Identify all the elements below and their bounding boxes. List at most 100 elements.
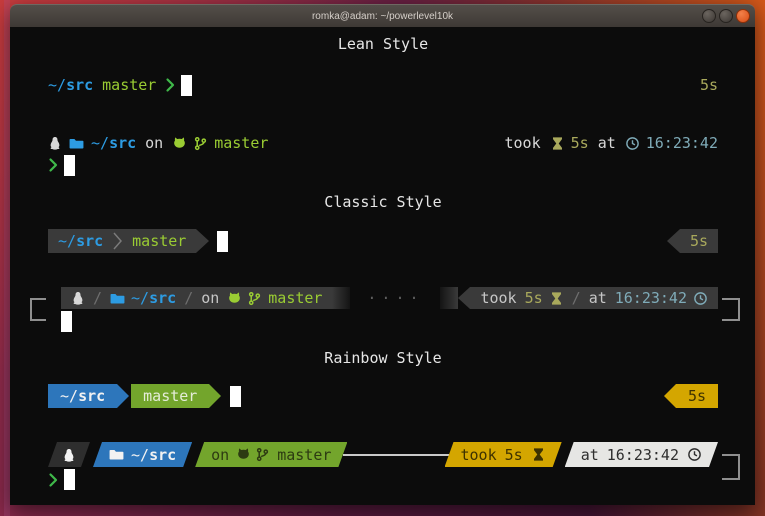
terminal-cursor — [64, 155, 75, 176]
separator-slash: / — [572, 289, 581, 307]
folder-icon — [109, 447, 124, 462]
terminal-cursor — [181, 75, 192, 96]
prompt-frame-right — [722, 298, 740, 321]
terminal-window: romka@adam: ~/powerlevel10k Lean Style ~… — [10, 4, 755, 505]
classic-prompt-2-line-2 — [48, 309, 718, 333]
terminal-cursor — [64, 469, 75, 490]
git-branch-icon — [247, 291, 262, 306]
terminal-cursor — [230, 386, 241, 407]
terminal-screen[interactable]: Lean Style ~/src master 5s ~/src on mast… — [10, 27, 755, 505]
segment-separator-icon — [112, 231, 123, 251]
rainbow-p2-directory-segment: ~/src — [93, 442, 192, 467]
clock-icon — [625, 136, 640, 151]
clock-icon — [693, 291, 708, 306]
classic-p2-on-label: on — [201, 289, 219, 307]
gap-fill-dots: ···· — [350, 289, 440, 307]
powerline-arrow-icon — [664, 384, 676, 408]
took-label: took — [480, 289, 516, 307]
rainbow-p1-directory: ~/src — [60, 387, 105, 405]
classic-prompt-2: / ~/src / on master ···· took — [48, 287, 718, 333]
window-controls — [702, 9, 750, 23]
powerline-arrow-icon — [458, 287, 470, 309]
prompt-chevron-icon — [48, 472, 58, 488]
os-logo-icon — [62, 448, 76, 462]
hourglass-icon — [549, 291, 564, 306]
rainbow-p1-git-branch: master — [131, 384, 209, 408]
rainbow-prompt-2-line-1: ~/src on master took 5s at 16:23: — [48, 442, 718, 467]
took-label: took — [505, 134, 541, 152]
os-logo-icon — [48, 136, 62, 150]
rainbow-prompt-2-line-2 — [48, 467, 718, 492]
segment-fade — [440, 287, 458, 309]
duration-value: 5s — [505, 446, 523, 464]
prompt-chevron-icon — [165, 77, 175, 93]
rainbow-p2-on-label: on — [211, 446, 229, 464]
lean-p2-directory: ~/src — [91, 134, 136, 152]
classic-style-heading: Classic Style — [48, 193, 718, 211]
lean-prompt-1: ~/src master 5s — [48, 73, 718, 97]
folder-icon — [110, 291, 125, 306]
terminal-cursor — [61, 311, 72, 332]
classic-p1-directory: ~/src — [58, 232, 103, 250]
lean-p1-directory: ~/src — [48, 76, 93, 94]
rainbow-p2-duration-segment: took 5s — [445, 442, 562, 467]
classic-p2-directory: ~/src — [131, 289, 176, 307]
window-title: romka@adam: ~/powerlevel10k — [312, 11, 453, 22]
rainbow-p2-git-branch: master — [277, 446, 331, 464]
lean-p2-status: took 5s at 16:23:42 — [505, 134, 719, 152]
duration-value: 5s — [571, 134, 589, 152]
maximize-button[interactable] — [719, 9, 733, 23]
github-icon — [236, 447, 251, 462]
git-branch-icon — [255, 447, 270, 462]
lean-p1-duration: 5s — [700, 76, 718, 94]
time-value: 16:23:42 — [615, 289, 687, 307]
lean-p1-git-branch: master — [102, 76, 156, 94]
lean-prompt-2-line-1: ~/src on master took 5s at 16:23:42 — [48, 133, 718, 153]
duration-value: 5s — [525, 289, 543, 307]
close-button[interactable] — [736, 9, 750, 23]
powerline-arrow-icon — [117, 384, 129, 408]
rainbow-p1-directory-segment: ~/src — [48, 384, 117, 408]
classic-p1-duration: 5s — [680, 229, 718, 253]
rainbow-p2-time-segment: at 16:23:42 — [565, 442, 718, 467]
time-value: 16:23:42 — [646, 134, 718, 152]
hourglass-icon — [531, 447, 546, 462]
separator-slash: / — [93, 289, 102, 307]
rainbow-p2-os-segment — [48, 442, 90, 467]
classic-p2-left-segment: / ~/src / on master — [61, 287, 332, 309]
classic-p2-git-branch: master — [268, 289, 322, 307]
rainbow-prompt-2: ~/src on master took 5s at 16:23: — [48, 442, 718, 492]
lean-prompt-2-line-2 — [48, 153, 718, 177]
classic-prompt-2-line-1: / ~/src / on master ···· took — [48, 287, 718, 309]
git-branch-icon — [193, 136, 208, 151]
powerline-arrow-icon — [209, 384, 221, 408]
classic-p1-duration-segment: 5s — [667, 229, 718, 253]
hourglass-icon — [550, 136, 565, 151]
powerline-arrow-icon — [667, 229, 680, 253]
minimize-button[interactable] — [702, 9, 716, 23]
separator-slash: / — [184, 289, 193, 307]
segment-fade — [332, 287, 350, 309]
rainbow-style-heading: Rainbow Style — [48, 349, 718, 367]
at-label: at — [581, 446, 599, 464]
lean-style-heading: Lean Style — [48, 35, 718, 53]
clock-icon — [687, 447, 702, 462]
at-label: at — [598, 134, 616, 152]
time-value: 16:23:42 — [607, 446, 679, 464]
classic-prompt-1: ~/src master 5s — [48, 229, 718, 253]
classic-p2-right-segment: took 5s / at 16:23:42 — [470, 287, 718, 309]
took-label: took — [461, 446, 497, 464]
rainbow-prompt-1: ~/src master 5s — [48, 384, 718, 408]
prompt-chevron-icon — [48, 157, 58, 173]
classic-p1-left-segment: ~/src master — [48, 229, 196, 253]
rainbow-p1-duration: 5s — [676, 384, 718, 408]
lean-p2-on-label: on — [145, 134, 163, 152]
os-logo-icon — [71, 291, 85, 305]
title-bar[interactable]: romka@adam: ~/powerlevel10k — [10, 4, 755, 27]
rainbow-p2-directory: ~/src — [131, 446, 176, 464]
classic-p1-git-branch: master — [132, 232, 186, 250]
rainbow-p1-duration-segment: 5s — [664, 384, 718, 408]
at-label: at — [589, 289, 607, 307]
folder-icon — [69, 136, 84, 151]
gap-fill-line — [343, 454, 448, 456]
